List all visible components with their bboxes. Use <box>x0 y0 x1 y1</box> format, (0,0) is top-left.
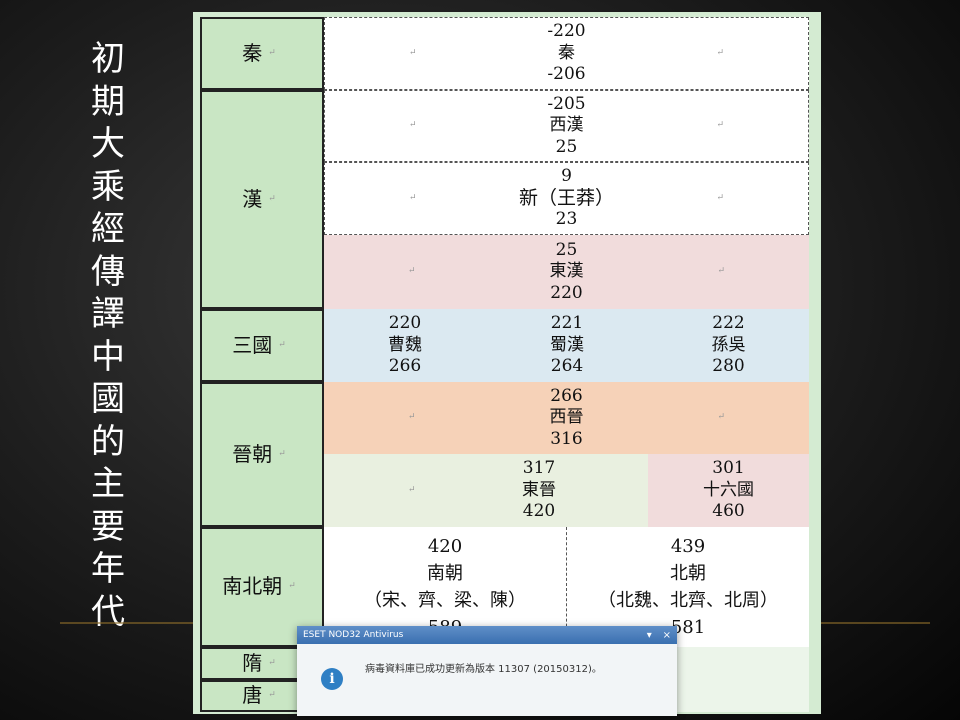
title-char: 中 <box>91 336 125 377</box>
cell-east-jin: ↵ 317 東晉 420 <box>324 454 648 527</box>
dynasty-table-document: 秦 ↵ ↵ -220 秦 -206 ↵ 漢 ↵ ↵ -205 西漢 25 ↵ ↵ 9 新（王莽… <box>193 12 821 714</box>
divider-line-left <box>60 622 200 624</box>
cell-qin: ↵ -220 秦 -206 ↵ <box>324 17 809 90</box>
info-icon: i <box>321 668 343 690</box>
slide-title: 初期大乘經傳譯中國的主要年代 <box>88 38 128 633</box>
row-label-qin: 秦 ↵ <box>200 17 324 90</box>
divider-line-right <box>820 622 930 624</box>
close-icon[interactable]: × <box>663 630 671 641</box>
notification-app-title: ESET NOD32 Antivirus <box>303 630 404 640</box>
cell-sixteen-kingdoms: 301 十六國 460 <box>648 454 809 527</box>
notification-message: 病毒資料庫已成功更新為版本 11307 (20150312)。 <box>365 664 602 675</box>
cell-east-han: ↵ 25 東漢 220 ↵ <box>324 235 809 309</box>
title-char: 傳 <box>91 251 125 292</box>
title-char: 要 <box>91 506 125 547</box>
title-char: 期 <box>91 81 125 122</box>
cell-xin: ↵ 9 新（王莽） 23 ↵ <box>324 162 809 235</box>
title-char: 年 <box>91 549 125 589</box>
row-label-han: 漢 ↵ <box>200 90 324 309</box>
title-char: 的 <box>91 421 125 462</box>
title-char: 初 <box>91 39 125 79</box>
notification-titlebar: ESET NOD32 Antivirus ▾ × <box>297 626 677 644</box>
title-char: 譯 <box>91 294 125 334</box>
cell-shu-han: 221 蜀漢 264 <box>486 309 648 382</box>
cell-west-han: ↵ -205 西漢 25 ↵ <box>324 90 809 162</box>
row-label-jin: 晉朝 ↵ <box>200 382 324 527</box>
cell-west-jin: ↵ 266 西晉 316 ↵ <box>324 382 809 454</box>
title-char: 主 <box>91 464 125 504</box>
title-char: 國 <box>91 379 125 419</box>
title-char: 大 <box>91 124 125 164</box>
title-char: 代 <box>91 591 125 632</box>
cell-sun-wu: 222 孫吳 280 <box>648 309 809 382</box>
title-char: 乘 <box>91 166 125 207</box>
antivirus-notification[interactable]: ESET NOD32 Antivirus ▾ × i 病毒資料庫已成功更新為版本… <box>297 626 677 716</box>
row-label-sanguo: 三國 ↵ <box>200 309 324 382</box>
cell-cao-wei: 220 曹魏 266 <box>324 309 486 382</box>
minimize-icon[interactable]: ▾ <box>647 630 652 641</box>
title-char: 經 <box>91 209 125 249</box>
